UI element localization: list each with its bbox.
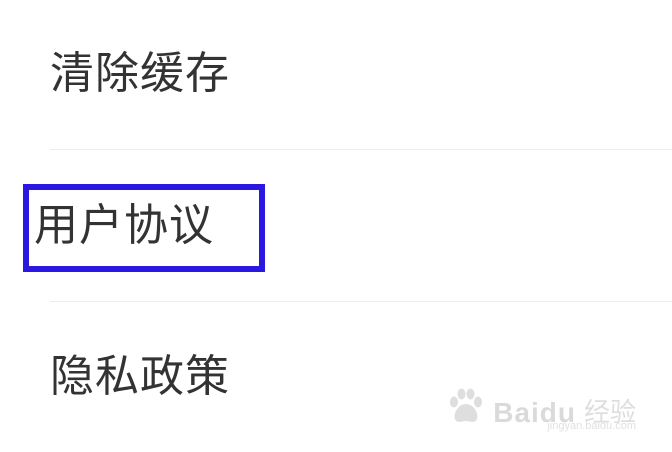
settings-item-user-agreement[interactable]: 用户协议: [0, 150, 672, 300]
settings-item-label: 清除缓存: [50, 48, 230, 99]
baidu-jingyan-watermark: Baidu 经验 jingyan.baidu.com: [445, 386, 636, 432]
watermark-url: jingyan.baidu.com: [547, 420, 636, 432]
settings-item-label: 用户协议: [34, 200, 214, 251]
settings-item-clear-cache[interactable]: 清除缓存: [0, 0, 672, 150]
paw-icon: [450, 388, 483, 422]
settings-list: 清除缓存 用户协议 隐私政策: [0, 0, 672, 448]
settings-item-label: 隐私政策: [50, 351, 230, 402]
